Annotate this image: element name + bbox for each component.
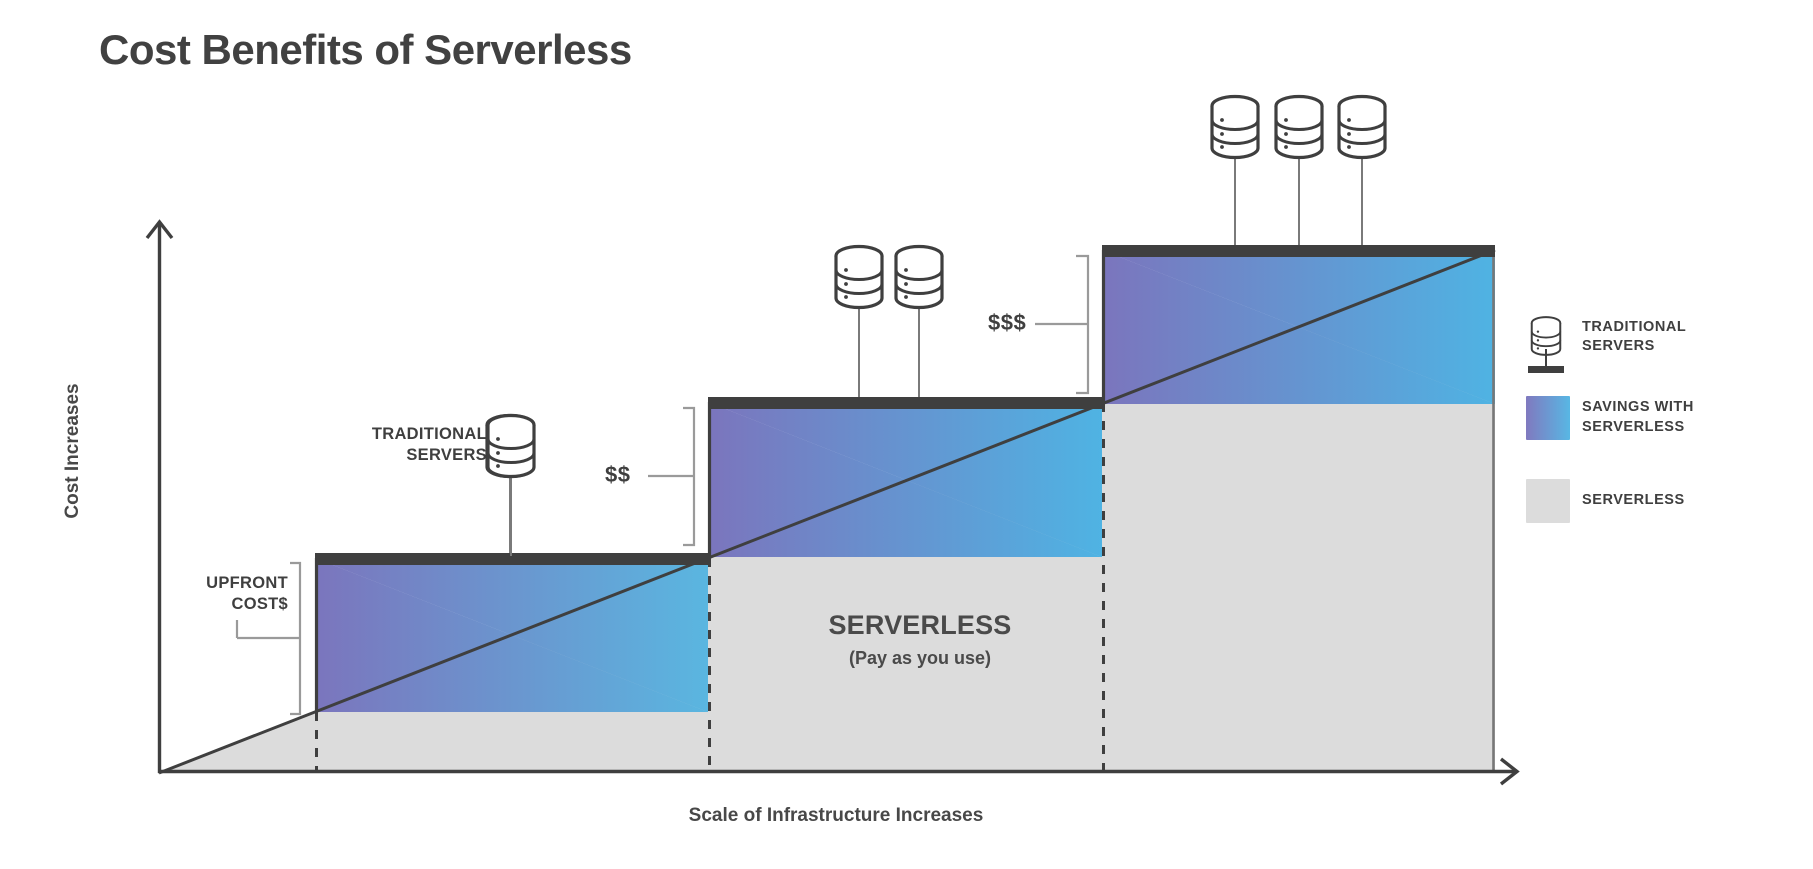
legend-item-savings: SAVINGS WITH SERVERLESS	[1522, 395, 1802, 440]
tier3-cost-label: $$$	[988, 310, 1027, 335]
server-group-step2	[834, 244, 944, 397]
legend-label-traditional-line2: SERVERS	[1582, 338, 1655, 355]
traditional-servers-callout-line2: SERVERS	[406, 446, 487, 465]
serverless-area-title: SERVERLESS	[828, 610, 1012, 640]
legend-label-traditional-line1: TRADITIONAL	[1582, 319, 1687, 335]
traditional-servers-callout-icon	[486, 413, 536, 556]
legend-item-serverless: SERVERLESS	[1522, 478, 1802, 523]
tier3-cost-bracket	[1035, 254, 1090, 395]
gradient-swatch-icon	[1526, 395, 1570, 440]
legend-marker-serverless	[1522, 478, 1574, 523]
legend: TRADITIONAL SERVERS SAVINGS WITH SERVERL…	[1522, 318, 1802, 562]
tier2-cost-label: $$	[605, 462, 631, 487]
upfront-cost-label: UPFRONT COST$	[178, 573, 288, 615]
upfront-cost-label-line1: UPFRONT	[206, 574, 288, 592]
infographic-canvas: Cost Benefits of Serverless Cost Increas…	[0, 0, 1813, 869]
legend-label-serverless-line1: SERVERLESS	[1582, 491, 1685, 508]
gray-swatch-icon	[1526, 478, 1570, 523]
y-axis-label: Cost Increases	[62, 383, 83, 519]
legend-label-savings-line2: SERVERLESS	[1582, 418, 1685, 435]
legend-marker-savings	[1522, 395, 1574, 440]
serverless-area-subtitle: (Pay as you use)	[848, 648, 992, 668]
upfront-cost-label-line2: COST$	[231, 595, 288, 614]
x-axis-label: Scale of Infrastructure Increases	[688, 805, 984, 826]
server-group-step3	[1210, 94, 1387, 245]
legend-item-traditional-servers: TRADITIONAL SERVERS	[1522, 318, 1802, 357]
tier2-cost-bracket	[648, 406, 696, 547]
legend-label-savings-line1: SAVINGS WITH	[1582, 399, 1694, 416]
traditional-servers-callout-label: TRADITIONAL SERVERS	[337, 424, 487, 466]
traditional-servers-callout-line1: TRADITIONAL	[371, 425, 487, 443]
